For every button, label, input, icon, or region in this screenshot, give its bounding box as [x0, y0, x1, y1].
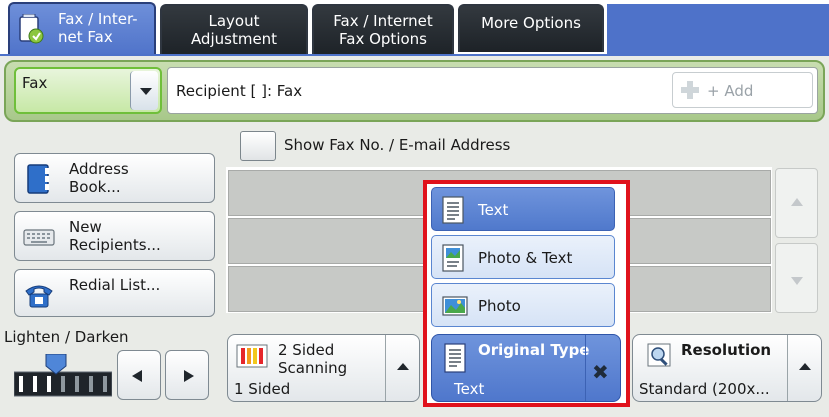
scroll-down-button[interactable] — [775, 243, 818, 313]
recipient-type-select[interactable]: Fax — [14, 67, 162, 114]
close-icon[interactable]: ✖ — [592, 360, 609, 384]
two-sided-title: 2 Sided Scanning — [278, 341, 348, 377]
chevron-up-icon — [799, 363, 811, 370]
fax-icon — [19, 14, 44, 44]
option-text-label: Text — [478, 201, 509, 219]
resolution-up-button[interactable] — [787, 335, 821, 401]
recipient-field-text: Recipient [ ]: Fax — [176, 82, 303, 100]
scroll-down-icon — [791, 277, 803, 285]
add-recipient-button[interactable]: + Add — [672, 72, 813, 108]
text-document-icon — [444, 343, 466, 373]
lighten-darken-tick — [47, 376, 51, 392]
lighten-darken-tick — [61, 376, 65, 392]
tab-more-options-label: More Options — [481, 14, 581, 32]
lighten-darken-tick — [33, 376, 37, 392]
resolution-button[interactable]: Resolution Standard (200x... — [632, 334, 822, 402]
lighten-darken-tick — [75, 376, 79, 392]
two-sided-icon — [236, 344, 268, 368]
scroll-up-button[interactable] — [775, 168, 818, 238]
original-type-button[interactable]: Original Type Text ✖ — [431, 334, 621, 402]
dropdown-button[interactable] — [130, 71, 158, 110]
address-book-button[interactable]: Address Book... — [14, 153, 215, 203]
fax-screen: Fax / Inter- net Fax Layout Adjustment F… — [0, 0, 829, 417]
keyboard-icon — [23, 229, 55, 246]
telephone-icon — [25, 285, 53, 308]
tab-fax-options-label: Fax / Internet Fax Options — [333, 12, 433, 48]
lighten-darken-tick — [89, 376, 93, 392]
new-recipients-label: New Recipients... — [69, 218, 161, 254]
two-sided-scanning-button[interactable]: 2 Sided Scanning 1 Sided — [227, 334, 420, 402]
show-fax-label: Show Fax No. / E-mail Address — [284, 136, 511, 154]
arrow-right-icon — [184, 370, 194, 382]
lighten-darken-tick — [103, 376, 107, 392]
tab-layout-adjustment[interactable]: Layout Adjustment — [160, 4, 308, 56]
tab-fax-internet-fax-options[interactable]: Fax / Internet Fax Options — [312, 4, 454, 56]
text-document-icon — [442, 196, 464, 224]
resolution-icon — [647, 343, 671, 367]
scroll-up-icon — [791, 198, 803, 206]
slider-handle[interactable] — [45, 353, 67, 375]
lighten-darken-tick — [19, 376, 23, 392]
lighten-darken-label: Lighten / Darken — [4, 328, 129, 346]
recipient-type-value: Fax — [22, 74, 48, 92]
photo-text-icon — [442, 244, 464, 272]
original-type-option-photo[interactable]: Photo — [431, 283, 615, 327]
lighten-darken-slider[interactable] — [13, 353, 113, 398]
tab-more-options[interactable]: More Options — [458, 4, 604, 52]
tab-fax-internet-fax[interactable]: Fax / Inter- net Fax — [8, 2, 156, 58]
resolution-title: Resolution — [681, 341, 772, 359]
show-fax-checkbox[interactable] — [240, 131, 276, 161]
lighten-button[interactable] — [117, 350, 161, 400]
arrow-left-icon — [132, 370, 142, 382]
tab-layout-adjustment-label: Layout Adjustment — [190, 12, 278, 48]
tab-bar: Fax / Inter- net Fax Layout Adjustment F… — [0, 0, 829, 58]
chevron-up-icon — [397, 363, 409, 370]
original-type-option-photo-text[interactable]: Photo & Text — [431, 235, 615, 279]
redial-list-button[interactable]: Redial List... — [14, 269, 215, 317]
two-sided-value: 1 Sided — [234, 380, 291, 398]
two-sided-up-button[interactable] — [385, 335, 419, 401]
option-photo-text-label: Photo & Text — [478, 249, 573, 267]
address-book-icon — [27, 164, 49, 194]
divider — [585, 335, 586, 401]
original-type-title: Original Type — [478, 341, 590, 359]
photo-icon — [442, 296, 468, 316]
new-recipients-button[interactable]: New Recipients... — [14, 211, 215, 261]
add-button-label: + Add — [707, 82, 754, 100]
original-type-option-text[interactable]: Text — [431, 187, 615, 231]
address-book-label: Address Book... — [69, 160, 129, 196]
tab-fax-internet-fax-label: Fax / Inter- net Fax — [58, 10, 138, 46]
tab-bar-fill — [607, 4, 829, 54]
option-photo-label: Photo — [478, 297, 521, 315]
add-person-icon — [681, 81, 699, 99]
redial-list-label: Redial List... — [69, 276, 161, 294]
darken-button[interactable] — [165, 350, 209, 400]
lighten-darken-gauge — [13, 353, 113, 397]
chevron-down-icon — [140, 88, 152, 95]
original-type-value: Text — [454, 380, 485, 398]
resolution-value: Standard (200x... — [639, 380, 770, 398]
